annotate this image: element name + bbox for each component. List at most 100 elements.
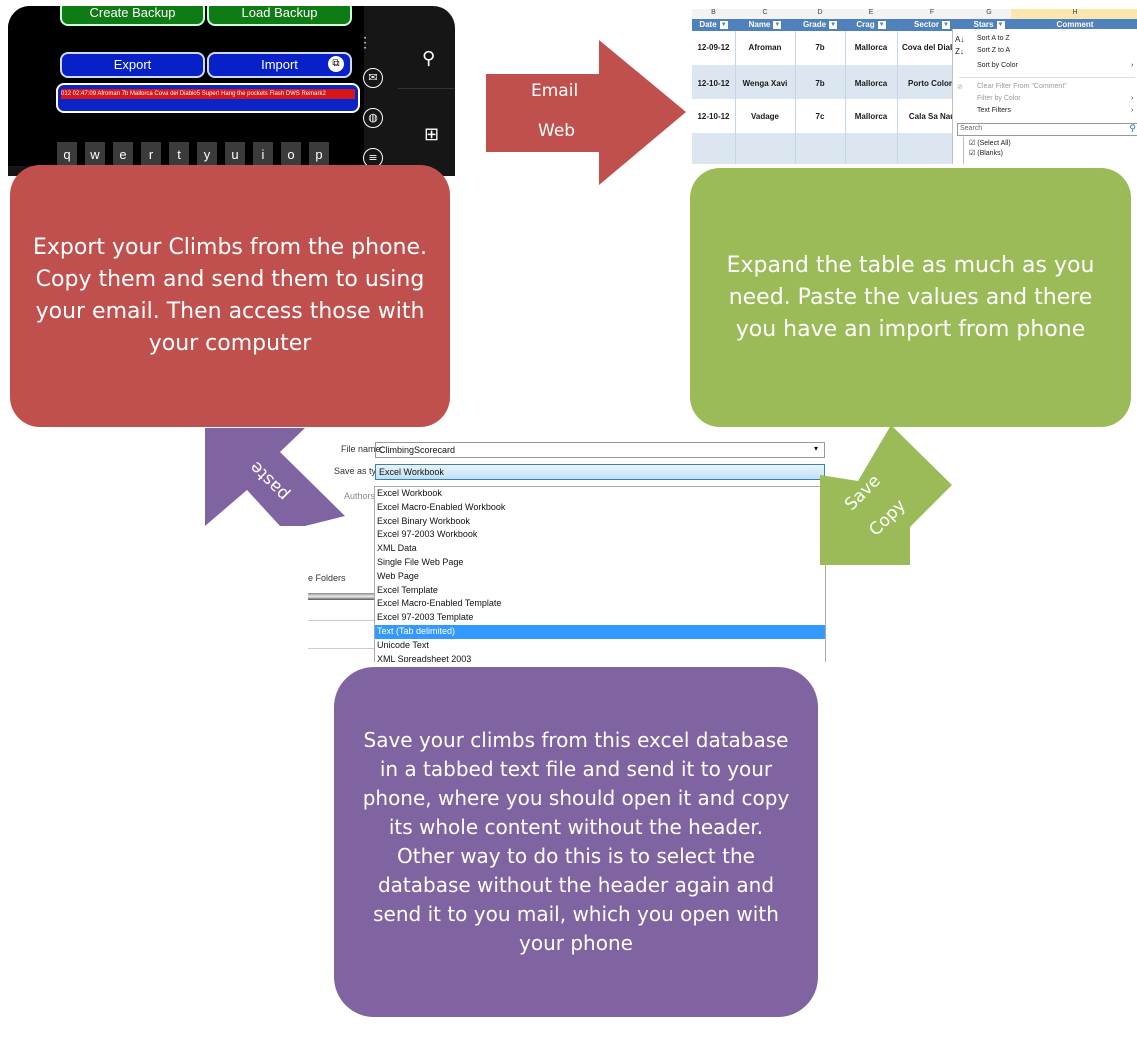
windows-icon[interactable]: ⊞ bbox=[424, 124, 439, 145]
select-all-label: (Select All) bbox=[977, 140, 1011, 147]
filter-dropdown-icon[interactable]: ▼ bbox=[719, 20, 728, 29]
cell-crag[interactable]: Mallorca bbox=[845, 43, 897, 52]
option-excel-workbook[interactable]: Excel Workbook bbox=[375, 487, 825, 501]
import-step-box: Expand the table as much as you need. Pa… bbox=[690, 168, 1131, 427]
option-excel-macro-enabled-workbook[interactable]: Excel Macro-Enabled Workbook bbox=[375, 501, 825, 515]
option-text-tab-delimited[interactable]: Text (Tab delimited) bbox=[375, 624, 825, 639]
save-copy-arrow bbox=[820, 425, 952, 565]
sort-za-icon: Z↓ bbox=[955, 47, 964, 56]
menu-clear-filter[interactable]: Clear Filter From "Comment" bbox=[977, 83, 1067, 90]
submenu-arrow-icon: › bbox=[1131, 62, 1134, 69]
file-name-input[interactable]: ClimbingScorecard bbox=[375, 442, 825, 458]
export-text: 012 02:47:09 Afroman 7b Mallorca Cova de… bbox=[61, 89, 355, 99]
header-stars-label: Stars bbox=[973, 20, 994, 29]
option-excel-template[interactable]: Excel Template bbox=[375, 584, 825, 598]
tree-line bbox=[963, 137, 964, 164]
select-all-checkbox[interactable]: ☑ (Select All) bbox=[969, 139, 1011, 147]
header-date: Date ▼ bbox=[692, 19, 735, 31]
cell-crag[interactable]: Mallorca bbox=[845, 112, 897, 121]
cell-crag[interactable]: Mallorca bbox=[845, 79, 897, 88]
header-name-label: Name bbox=[748, 20, 771, 29]
export-step-box: Export your Climbs from the phone. Copy … bbox=[10, 165, 450, 427]
header-date-label: Date bbox=[699, 20, 717, 29]
cell-grade[interactable]: 7b bbox=[795, 79, 845, 88]
cell-date[interactable]: 12-09-12 bbox=[692, 43, 735, 52]
dialog-bar bbox=[308, 593, 374, 600]
option-excel-97-2003-workbook[interactable]: Excel 97-2003 Workbook bbox=[375, 528, 825, 542]
option-single-file-web-page[interactable]: Single File Web Page bbox=[375, 556, 825, 570]
paste-arrow bbox=[205, 428, 345, 526]
col-letter-g: G bbox=[967, 9, 1012, 19]
blanks-label: (Blanks) bbox=[977, 150, 1003, 157]
filter-dropdown-icon[interactable]: ▼ bbox=[996, 20, 1005, 29]
header-comment-label: Comment bbox=[1056, 20, 1094, 29]
globe-icon[interactable]: ◍ bbox=[363, 108, 383, 128]
save-copy-arrow-shape bbox=[820, 425, 952, 565]
clear-filter-icon: ⊘ bbox=[957, 84, 963, 91]
menu-sort-az[interactable]: Sort A to Z bbox=[977, 35, 1010, 42]
cell-name[interactable]: Wenga Xavi bbox=[735, 79, 795, 88]
menu-sort-za[interactable]: Sort Z to A bbox=[977, 47, 1010, 54]
export-button[interactable]: Export bbox=[60, 52, 205, 78]
phone-screen: Create Backup Load Backup Export Import … bbox=[8, 6, 364, 168]
option-excel-binary-workbook[interactable]: Excel Binary Workbook bbox=[375, 515, 825, 529]
load-backup-button[interactable]: Load Backup bbox=[207, 6, 352, 26]
filter-dropdown-icon[interactable]: ▼ bbox=[941, 20, 950, 29]
cell-date[interactable]: 12-10-12 bbox=[692, 112, 735, 121]
table-row bbox=[692, 133, 962, 164]
import-button[interactable]: Import ⧉ bbox=[207, 52, 352, 78]
header-crag: Crag ▼ bbox=[845, 19, 897, 31]
more-icon[interactable]: · · · bbox=[360, 32, 370, 54]
sort-az-icon: A↓ bbox=[955, 35, 965, 44]
header-crag-label: Crag bbox=[856, 20, 875, 29]
menu-divider bbox=[959, 77, 1135, 78]
copy-icon[interactable]: ⧉ bbox=[328, 56, 344, 72]
export-text-field[interactable]: 012 02:47:09 Afroman 7b Mallorca Cova de… bbox=[56, 83, 360, 113]
menu-sort-by-color[interactable]: Sort by Color bbox=[977, 62, 1018, 69]
email-icon[interactable]: ✉ bbox=[363, 68, 383, 88]
col-letter-c: C bbox=[735, 9, 796, 19]
cell-name[interactable]: Afroman bbox=[735, 43, 795, 52]
email-web-arrow-shape bbox=[486, 40, 686, 185]
header-sector-label: Sector bbox=[914, 20, 939, 29]
filter-search-placeholder: Search bbox=[960, 125, 983, 132]
filter-dropdown-icon[interactable]: ▼ bbox=[829, 20, 838, 29]
cell-grade[interactable]: 7b bbox=[795, 43, 845, 52]
save-step-text: Save your climbs from this excel databas… bbox=[362, 728, 790, 955]
submenu-arrow-icon: › bbox=[1131, 95, 1134, 102]
cell-date[interactable]: 12-10-12 bbox=[692, 79, 735, 88]
menu-filter-by-color[interactable]: Filter by Color bbox=[977, 95, 1021, 102]
save-as-type-options: Excel Workbook Excel Macro-Enabled Workb… bbox=[374, 486, 826, 662]
hide-folders-label[interactable]: e Folders bbox=[308, 573, 346, 583]
blanks-checkbox[interactable]: ☑ (Blanks) bbox=[969, 149, 1003, 157]
filter-dropdown-menu: A↓ Sort A to Z Z↓ Sort Z to A Sort by Co… bbox=[952, 29, 1137, 164]
col-letter-e: E bbox=[845, 9, 898, 19]
search-icon[interactable]: ⚲ bbox=[422, 48, 435, 69]
option-excel-97-2003-template[interactable]: Excel 97-2003 Template bbox=[375, 611, 825, 625]
col-letter-f: F bbox=[897, 9, 968, 19]
submenu-arrow-icon: › bbox=[1131, 107, 1134, 114]
save-step-box: Save your climbs from this excel databas… bbox=[334, 667, 818, 1017]
menu-text-filters[interactable]: Text Filters bbox=[977, 107, 1011, 114]
col-letter-d: D bbox=[795, 9, 846, 19]
option-xml-spreadsheet-2003[interactable]: XML Spreadsheet 2003 bbox=[375, 653, 825, 662]
header-grade: Grade ▼ bbox=[795, 19, 845, 31]
option-excel-macro-enabled-template[interactable]: Excel Macro-Enabled Template bbox=[375, 597, 825, 611]
header-name: Name ▼ bbox=[735, 19, 795, 31]
option-unicode-text[interactable]: Unicode Text bbox=[375, 639, 825, 653]
create-backup-button[interactable]: Create Backup bbox=[60, 6, 205, 26]
col-letter-h: H bbox=[1011, 9, 1137, 19]
cell-grade[interactable]: 7c bbox=[795, 112, 845, 121]
phone-divider bbox=[398, 88, 455, 89]
col-letter-b: B bbox=[692, 9, 736, 19]
filter-dropdown-icon[interactable]: ▼ bbox=[877, 20, 886, 29]
arrow-label-web: Web bbox=[538, 121, 576, 141]
filter-dropdown-icon[interactable]: ▼ bbox=[773, 20, 782, 29]
option-web-page[interactable]: Web Page bbox=[375, 570, 825, 584]
option-xml-data[interactable]: XML Data bbox=[375, 542, 825, 556]
import-button-label: Import bbox=[261, 57, 298, 72]
cell-name[interactable]: Vadage bbox=[735, 112, 795, 121]
save-as-type-select[interactable]: Excel Workbook bbox=[375, 464, 825, 480]
excel-table-screenshot: B C D E F G H Date ▼ Name ▼ Grade ▼ Crag ▼ S… bbox=[692, 9, 1137, 164]
filter-search-input[interactable]: Search ⚲ bbox=[957, 123, 1137, 136]
